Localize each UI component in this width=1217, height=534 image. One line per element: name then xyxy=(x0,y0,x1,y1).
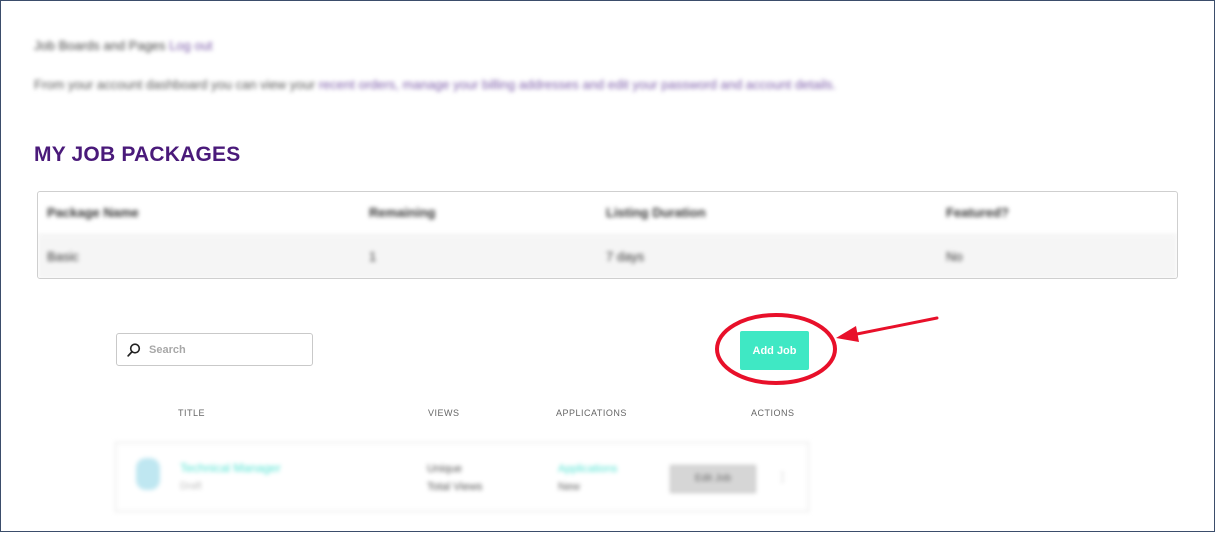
remaining-cell: 1 xyxy=(369,249,377,264)
account-intro: Job Boards and Pages Log out xyxy=(34,38,213,53)
header-featured: Featured? xyxy=(946,205,1009,220)
header-package-name: Package Name xyxy=(47,205,139,220)
add-job-button[interactable]: Add Job xyxy=(740,331,809,370)
table-header-row: Package Name Remaining Listing Duration … xyxy=(38,192,1177,236)
edit-job-button[interactable]: Edit Job xyxy=(670,465,756,493)
column-header-actions: ACTIONS xyxy=(751,408,795,418)
package-name-cell: Basic xyxy=(47,249,79,264)
table-row: Basic 1 7 days No xyxy=(38,236,1177,278)
page-title: MY JOB PACKAGES xyxy=(34,143,241,166)
table-row: Technical Manager Draft Unique Total Vie… xyxy=(115,442,809,512)
search-icon xyxy=(127,343,141,357)
account-links[interactable]: recent orders, manage your billing addre… xyxy=(319,77,836,92)
listing-duration-cell: 7 days xyxy=(606,249,645,264)
description-text: From your account dashboard you can view… xyxy=(34,77,316,92)
column-header-title[interactable]: TITLE xyxy=(178,408,205,418)
applications-new: New xyxy=(558,481,581,493)
intro-text: Job Boards and Pages xyxy=(34,38,166,53)
column-header-applications[interactable]: APPLICATIONS xyxy=(556,408,627,418)
search-input[interactable] xyxy=(149,340,304,360)
job-title-link[interactable]: Technical Manager xyxy=(180,461,281,475)
job-packages-table: Package Name Remaining Listing Duration … xyxy=(37,191,1178,279)
header-remaining: Remaining xyxy=(369,205,436,220)
featured-cell: No xyxy=(946,249,963,264)
column-header-views[interactable]: VIEWS xyxy=(428,408,460,418)
search-box[interactable] xyxy=(116,333,313,366)
logout-link[interactable]: Log out xyxy=(169,38,212,53)
job-status: Draft xyxy=(180,481,202,492)
applications-link[interactable]: Applications xyxy=(558,463,617,475)
job-thumbnail xyxy=(136,458,160,490)
header-listing-duration: Listing Duration xyxy=(606,205,706,220)
account-description: From your account dashboard you can view… xyxy=(34,74,1144,96)
views-total: Total Views xyxy=(427,481,483,493)
views-unique: Unique xyxy=(427,463,462,475)
more-actions-icon[interactable]: ⋮ xyxy=(776,469,789,485)
